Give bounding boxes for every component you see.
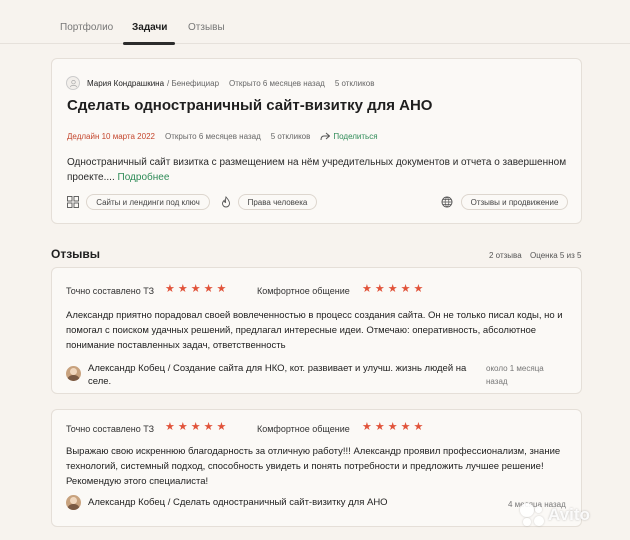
star-icon: ★ <box>165 283 175 295</box>
criterion-label-communication: Комфортное общение <box>257 286 350 296</box>
star-icon: ★ <box>387 283 398 295</box>
task-responses: 5 откликов <box>334 78 375 88</box>
review-text: Александр приятно порадовал своей вовлеч… <box>66 310 563 351</box>
star-icon: ★ <box>190 421 201 433</box>
avito-logo-icon <box>520 503 544 527</box>
star-icon: ★ <box>203 421 214 433</box>
task-deadline: Дедлайн 10 марта 2022 <box>67 132 155 141</box>
task-author-role: / Бенефициар <box>167 78 220 88</box>
star-icon: ★ <box>374 283 385 295</box>
star-icon: ★ <box>374 421 385 433</box>
star-icon: ★ <box>216 283 227 295</box>
active-tab-indicator <box>123 42 175 45</box>
task-meta-row: Дедлайн 10 марта 2022 Открыто 6 месяцев … <box>67 132 378 141</box>
star-icon: ★ <box>177 421 188 433</box>
task-card[interactable]: Мария Кондрашкина / Бенефициар Открыто 6… <box>51 58 582 224</box>
reviews-count: 2 отзыва <box>489 251 522 260</box>
avatar[interactable] <box>66 366 81 381</box>
star-icon: ★ <box>165 421 175 433</box>
task-author-name[interactable]: Мария Кондрашкина <box>87 79 164 88</box>
category-chip-websites[interactable]: Сайты и лендинги под ключ <box>86 194 210 210</box>
review-time: около 1 месяца назад <box>486 364 544 386</box>
star-icon: ★ <box>177 283 188 295</box>
avatar[interactable] <box>66 495 81 510</box>
reviews-section-title: Отзывы <box>51 247 101 261</box>
share-button[interactable]: Поделиться <box>320 132 378 141</box>
share-icon <box>320 132 331 141</box>
star-icon: ★ <box>400 283 411 295</box>
task-author-row: Мария Кондрашкина / Бенефициар Открыто 6… <box>66 75 374 91</box>
star-icon: ★ <box>216 421 227 433</box>
criterion-label-communication: Комфортное общение <box>257 424 350 434</box>
star-icon: ★ <box>387 421 398 433</box>
star-icon: ★ <box>413 421 424 433</box>
grid-icon <box>67 196 79 208</box>
star-rating-spec: ★ ★ ★ ★ ★ <box>165 422 226 433</box>
task-description: Одностраничный сайт визитка с размещение… <box>67 155 567 185</box>
more-link[interactable]: Подробнее <box>118 172 170 183</box>
task-opened: Открыто 6 месяцев назад <box>229 78 325 88</box>
globe-icon <box>441 196 453 208</box>
star-icon: ★ <box>400 421 411 433</box>
review-card: Точно составлено ТЗ ★ ★ ★ ★ ★ Комфортное… <box>51 409 582 527</box>
watermark-text: Avito <box>548 505 590 524</box>
star-icon: ★ <box>413 283 424 295</box>
tab-portfolio[interactable]: Портфолио <box>60 22 113 33</box>
star-rating-communication: ★ ★ ★ ★ ★ <box>362 284 423 295</box>
tab-bar: Портфолио Задачи Отзывы <box>0 0 630 45</box>
task-responses-meta: 5 откликов <box>270 132 311 141</box>
avito-watermark: Avito <box>520 498 620 532</box>
task-title[interactable]: Сделать одностраничный сайт-визитку для … <box>67 97 432 114</box>
flame-icon <box>222 196 230 208</box>
share-label: Поделиться <box>333 132 378 141</box>
star-rating-spec: ★ ★ ★ ★ ★ <box>165 284 226 295</box>
category-chip-reviews-promotion[interactable]: Отзывы и продвижение <box>461 194 568 210</box>
star-icon: ★ <box>203 283 214 295</box>
star-icon: ★ <box>190 283 201 295</box>
user-avatar-icon <box>66 76 80 90</box>
reviews-rating: Оценка 5 из 5 <box>530 251 582 260</box>
review-card: Точно составлено ТЗ ★ ★ ★ ★ ★ Комфортное… <box>51 267 582 394</box>
star-icon: ★ <box>362 421 372 433</box>
review-text: Выражаю свою искреннюю благодарность за … <box>66 446 561 487</box>
criterion-label-spec: Точно составлено ТЗ <box>66 424 155 434</box>
category-chip-human-rights[interactable]: Права человека <box>238 194 317 210</box>
task-opened-meta: Открыто 6 месяцев назад <box>164 132 261 141</box>
review-author[interactable]: Александр Кобец / Сделать одностраничный… <box>88 496 483 509</box>
review-author[interactable]: Александр Кобец / Создание сайта для НКО… <box>88 362 483 388</box>
star-rating-communication: ★ ★ ★ ★ ★ <box>362 422 423 433</box>
tab-tasks[interactable]: Задачи <box>132 22 167 33</box>
tab-reviews[interactable]: Отзывы <box>188 22 225 33</box>
criterion-label-spec: Точно составлено ТЗ <box>66 286 155 296</box>
star-icon: ★ <box>362 283 372 295</box>
